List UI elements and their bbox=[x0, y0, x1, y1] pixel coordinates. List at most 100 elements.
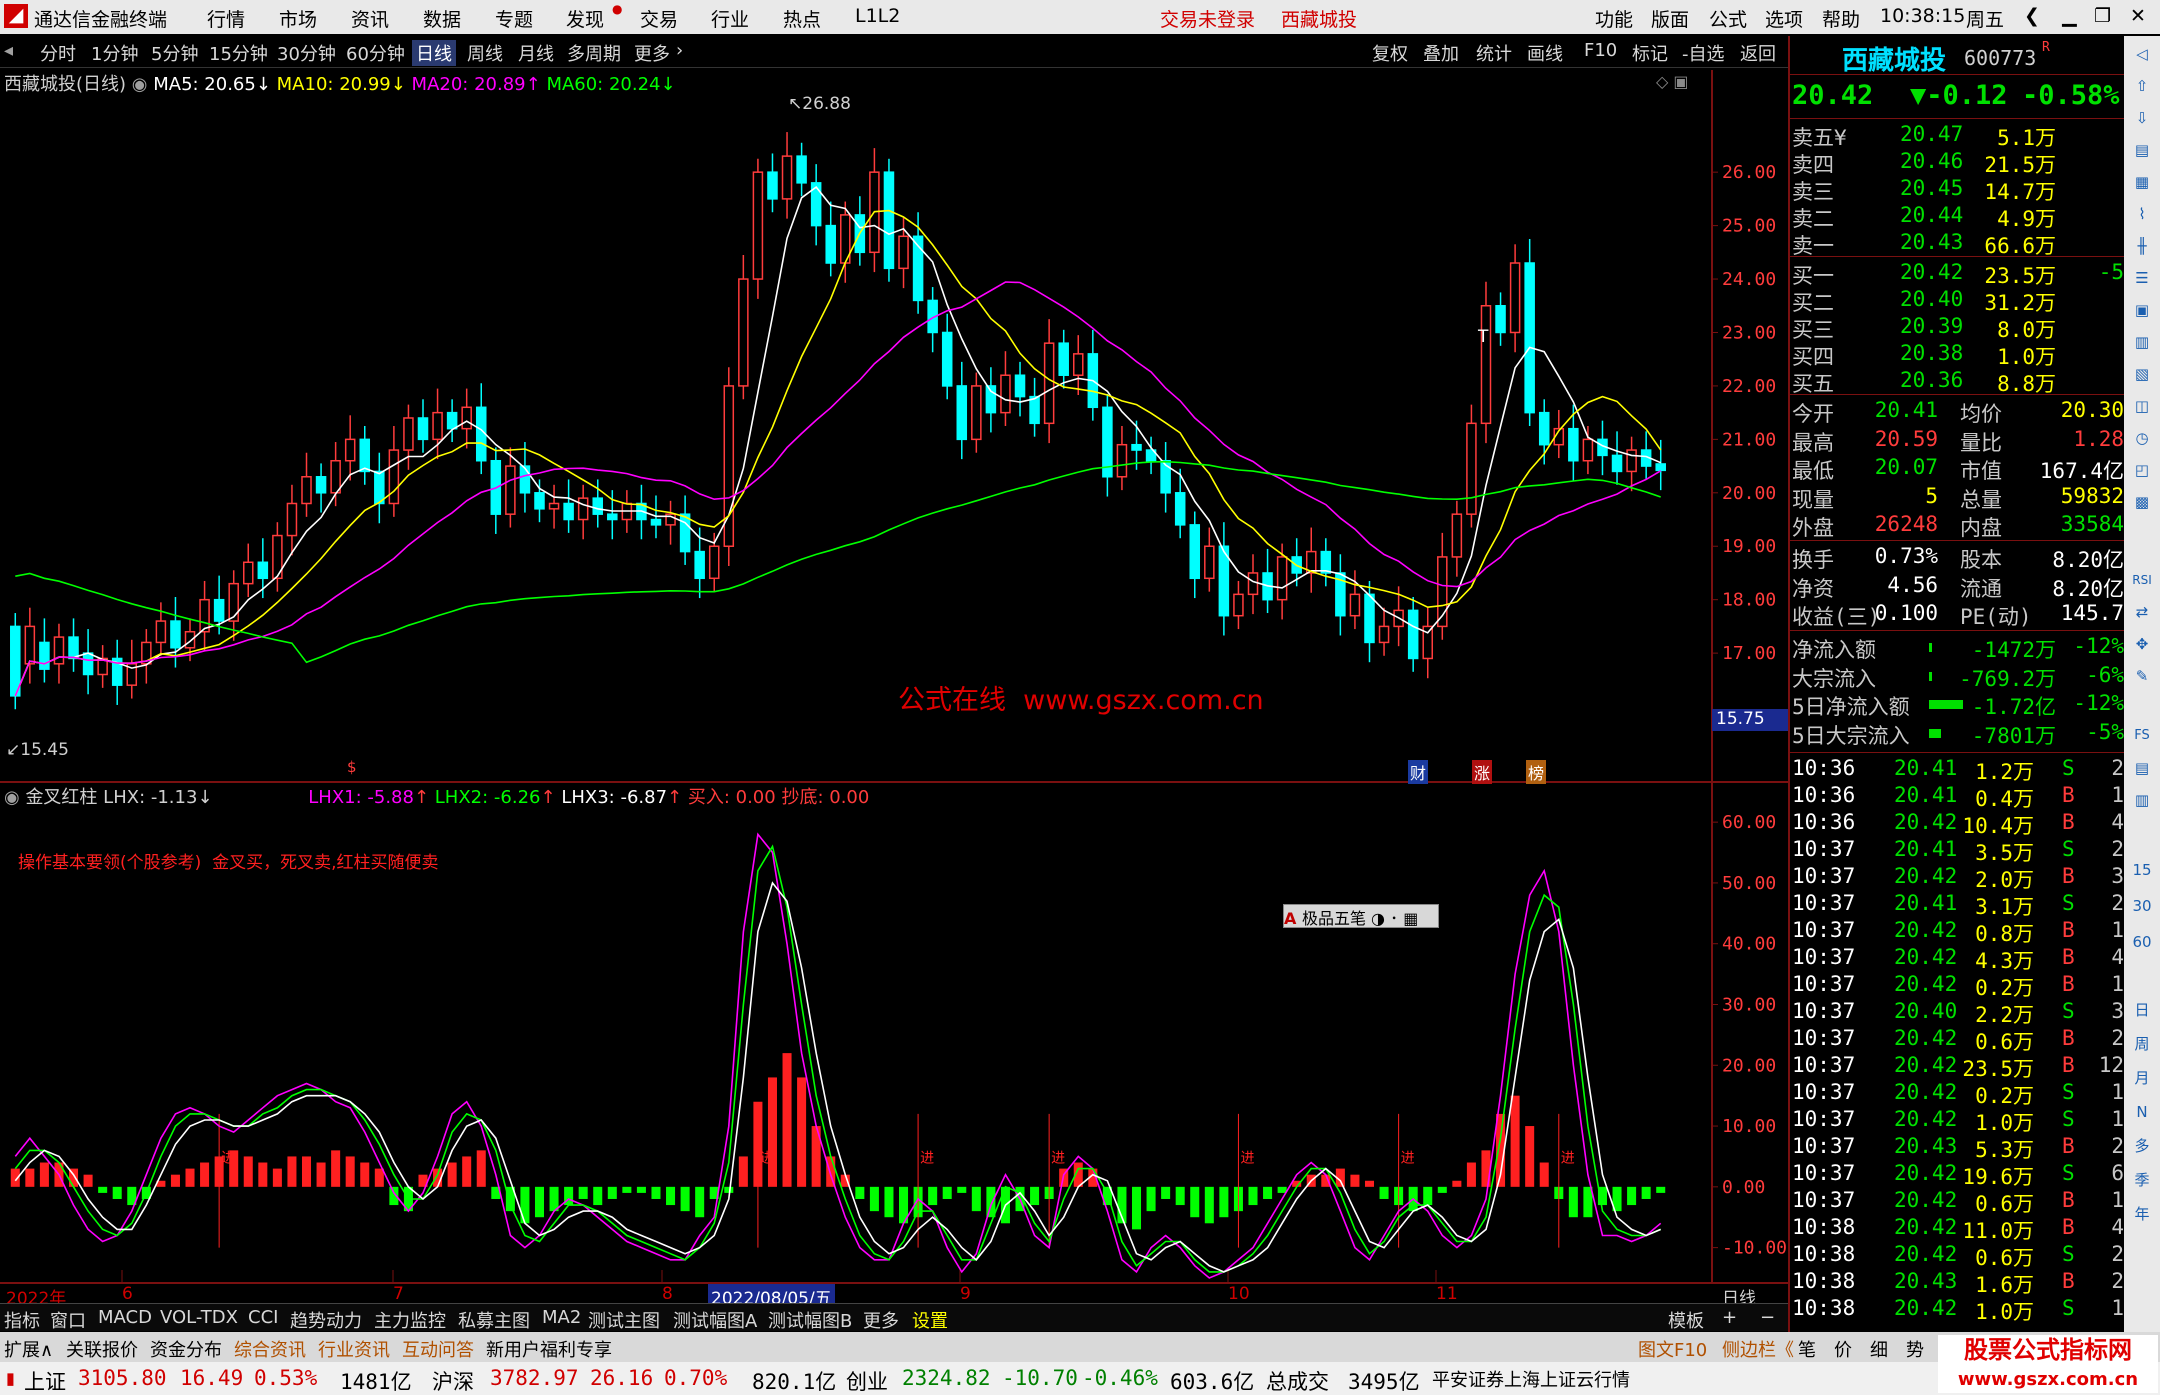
menu-xuanxiang[interactable]: 选项 bbox=[1765, 5, 1803, 32]
f10-icon[interactable]: ▣ bbox=[2128, 296, 2156, 324]
related-quote-tab[interactable]: 关联报价 bbox=[66, 1336, 138, 1362]
tool-fuquan[interactable]: 复权 bbox=[1372, 40, 1408, 66]
qa-tab[interactable]: 互动问答 bbox=[402, 1336, 474, 1362]
min1-icon[interactable]: ▤ bbox=[2128, 754, 2156, 782]
clock-icon[interactable]: ◷ bbox=[2128, 424, 2156, 452]
period-daily[interactable]: 日线 bbox=[412, 40, 456, 66]
split-icon[interactable]: ⇄ bbox=[2128, 598, 2156, 626]
menu-zixun[interactable]: 资讯 bbox=[351, 5, 389, 32]
tab-template[interactable]: 模板 bbox=[1668, 1307, 1704, 1333]
stack-icon[interactable]: ▩ bbox=[2128, 488, 2156, 516]
pen-icon[interactable]: ✎ bbox=[2128, 662, 2156, 690]
period-15min[interactable]: 15分钟 bbox=[209, 40, 268, 66]
minus-icon[interactable]: − bbox=[1760, 1307, 1775, 1328]
restore-icon[interactable]: ❐ bbox=[2094, 5, 2111, 27]
doc-icon[interactable]: ▤ bbox=[2128, 136, 2156, 164]
tab-ma2[interactable]: MA2 bbox=[542, 1307, 581, 1328]
f10-graphic-button[interactable]: 图文F10 bbox=[1638, 1336, 1707, 1362]
menu-l1l2[interactable]: L1L2 bbox=[855, 5, 900, 27]
menu-jiaoyi[interactable]: 交易 bbox=[640, 5, 678, 32]
tab-zhuli[interactable]: 主力监控 bbox=[374, 1307, 446, 1333]
period-season-icon[interactable]: 季 bbox=[2128, 1166, 2156, 1194]
menu-gongshi[interactable]: 公式 bbox=[1709, 5, 1747, 32]
period-n-icon[interactable]: N bbox=[2128, 1098, 2156, 1126]
tab-chuangkou[interactable]: 窗口 bbox=[50, 1307, 86, 1333]
period-weekly[interactable]: 周线 bbox=[467, 40, 503, 66]
period-5min[interactable]: 5分钟 bbox=[151, 40, 198, 66]
period-week-icon[interactable]: 周 bbox=[2128, 1030, 2156, 1058]
tab-qushi[interactable]: 趋势动力 bbox=[290, 1307, 362, 1333]
period-fenshi[interactable]: 分时 bbox=[40, 40, 76, 66]
tab-more[interactable]: 更多 bbox=[863, 1307, 899, 1333]
minimize-icon[interactable]: ▁ bbox=[2062, 5, 2077, 27]
tool-tongji[interactable]: 统计 bbox=[1476, 40, 1512, 66]
period-15-icon[interactable]: 15 bbox=[2128, 856, 2156, 884]
indicator-settings-icon[interactable]: ◉ bbox=[4, 787, 25, 808]
up-arrow-icon[interactable]: ⇧ bbox=[2128, 72, 2156, 100]
news-tab[interactable]: 综合资讯 bbox=[234, 1336, 306, 1362]
marker-cai[interactable]: 财 bbox=[1408, 760, 1429, 784]
period-1min[interactable]: 1分钟 bbox=[91, 40, 138, 66]
chart-options-icon[interactable]: ◇ ▣ bbox=[1656, 72, 1689, 91]
period-year-icon[interactable]: 年 bbox=[2128, 1200, 2156, 1228]
collapse-icon[interactable]: ◁ bbox=[2128, 40, 2156, 68]
tab-ceshi-a[interactable]: 测试幅图A bbox=[673, 1307, 757, 1333]
add-icon[interactable]: + bbox=[1722, 1307, 1737, 1328]
settings-dot-icon[interactable]: ◉ bbox=[132, 74, 153, 95]
login-status[interactable]: 交易未登录 bbox=[1160, 5, 1255, 32]
tab-shi[interactable]: 势 bbox=[1906, 1336, 1924, 1362]
back-arrow-icon[interactable]: ❮ bbox=[2024, 5, 2040, 27]
tab-simu[interactable]: 私募主图 bbox=[458, 1307, 530, 1333]
close-icon[interactable]: ✕ bbox=[2130, 5, 2146, 27]
tab-macd[interactable]: MACD bbox=[98, 1307, 152, 1328]
tool-huaxian[interactable]: 画线 bbox=[1527, 40, 1563, 66]
tab-cci[interactable]: CCI bbox=[248, 1307, 278, 1328]
period-30-icon[interactable]: 30 bbox=[2128, 892, 2156, 920]
chart-small-icon[interactable]: ◰ bbox=[2128, 456, 2156, 484]
tab-settings[interactable]: 设置 bbox=[912, 1307, 948, 1333]
period-collapse-icon[interactable]: ◂ bbox=[4, 40, 13, 61]
marker-bang[interactable]: 榜 bbox=[1526, 760, 1547, 784]
menu-bangzhu[interactable]: 帮助 bbox=[1822, 5, 1860, 32]
menu-redian[interactable]: 热点 bbox=[783, 5, 821, 32]
period-month-icon[interactable]: 月 bbox=[2128, 1064, 2156, 1092]
tab-xi[interactable]: 细 bbox=[1870, 1336, 1888, 1362]
down-arrow-icon[interactable]: ⇩ bbox=[2128, 104, 2156, 132]
chevron-right-icon[interactable]: › bbox=[676, 40, 683, 61]
rsi-icon[interactable]: RSI bbox=[2128, 566, 2156, 594]
fs-icon[interactable]: FS bbox=[2128, 722, 2156, 750]
period-day-icon[interactable]: 日 bbox=[2128, 996, 2156, 1024]
tab-vol-tdx[interactable]: VOL-TDX bbox=[160, 1307, 238, 1328]
tool-f10[interactable]: F10 bbox=[1584, 40, 1617, 61]
list-icon[interactable]: ☰ bbox=[2128, 264, 2156, 292]
sidebar-toggle[interactable]: 侧边栏《 bbox=[1722, 1336, 1794, 1362]
tool-diejia[interactable]: 叠加 bbox=[1423, 40, 1459, 66]
menu-hangye[interactable]: 行业 bbox=[711, 5, 749, 32]
ime-toolbar[interactable]: A 极品五笔 ◑ ･ ▦ bbox=[1283, 904, 1439, 928]
move-icon[interactable]: ✥ bbox=[2128, 630, 2156, 658]
tab-ceshi-zhutu[interactable]: 测试主图 bbox=[588, 1307, 660, 1333]
menu-hangqing[interactable]: 行情 bbox=[207, 5, 245, 32]
chart-area[interactable]: 26.00 25.00 24.00 23.00 22.00 21.00 20.00 19.00… bbox=[0, 70, 1788, 1285]
menu-faxian[interactable]: 发现 bbox=[566, 5, 604, 32]
menu-zhuanti[interactable]: 专题 bbox=[495, 5, 533, 32]
period-multi[interactable]: 多周期 bbox=[567, 40, 621, 66]
line-chart-icon[interactable]: ⌇ bbox=[2128, 200, 2156, 228]
tab-jia[interactable]: 价 bbox=[1834, 1336, 1852, 1362]
grid-icon[interactable]: ▥ bbox=[2128, 328, 2156, 356]
ext-button[interactable]: 扩展∧ bbox=[4, 1336, 53, 1362]
marker-zhang[interactable]: 涨 bbox=[1472, 760, 1493, 784]
fund-dist-tab[interactable]: 资金分布 bbox=[150, 1336, 222, 1362]
period-more[interactable]: 更多 bbox=[634, 40, 670, 66]
menu-gongneng[interactable]: 功能 bbox=[1595, 5, 1633, 32]
industry-news-tab[interactable]: 行业资讯 bbox=[318, 1336, 390, 1362]
ime-moon-icon[interactable]: ◑ ･ ▦ bbox=[1366, 909, 1418, 928]
kline-chart-svg[interactable]: 26.00 25.00 24.00 23.00 22.00 21.00 20.00 19.00… bbox=[0, 70, 1788, 1285]
period-60min[interactable]: 60分钟 bbox=[346, 40, 405, 66]
menu-banmian[interactable]: 版面 bbox=[1651, 5, 1689, 32]
tab-zhibiao[interactable]: 指标 bbox=[4, 1307, 40, 1333]
kline-icon[interactable]: ╫ bbox=[2128, 232, 2156, 260]
menu-shichang[interactable]: 市场 bbox=[279, 5, 317, 32]
period-30min[interactable]: 30分钟 bbox=[277, 40, 336, 66]
period-60-icon[interactable]: 60 bbox=[2128, 928, 2156, 956]
